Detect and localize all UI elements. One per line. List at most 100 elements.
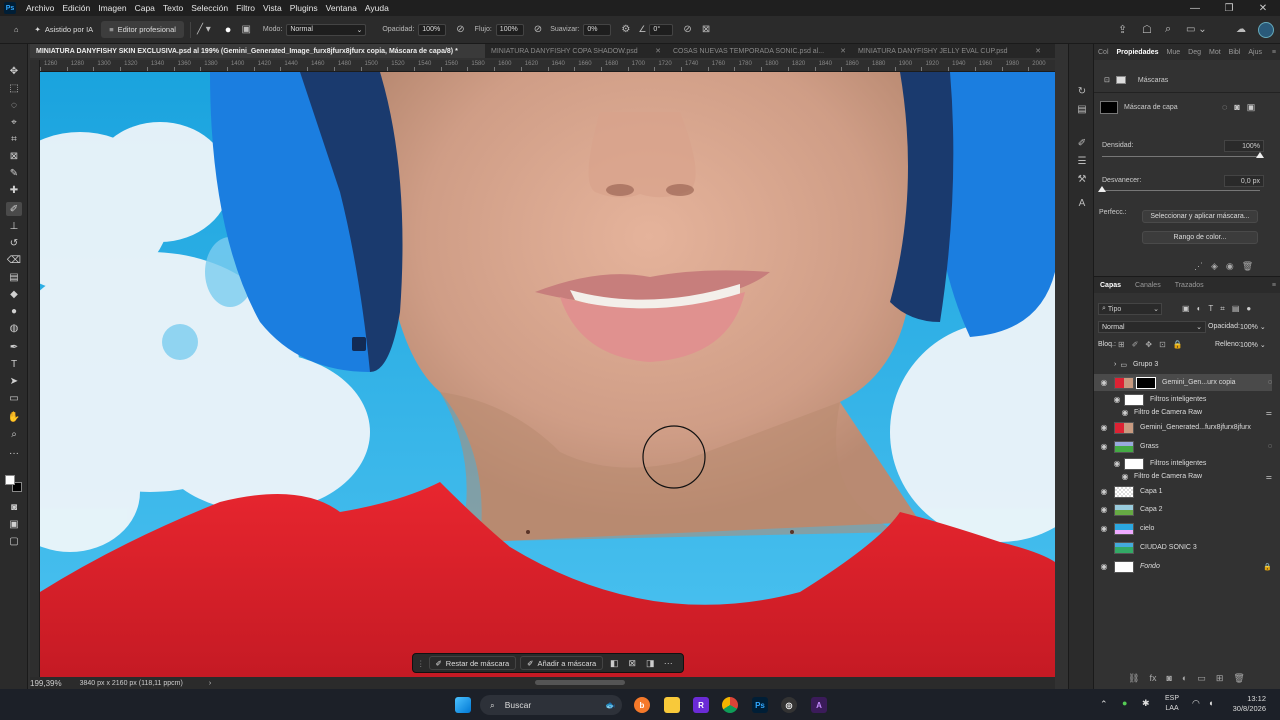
menu-texto[interactable]: Texto <box>159 3 187 13</box>
maximize-button[interactable]: ❐ <box>1212 3 1246 14</box>
status-menu-icon[interactable]: › <box>209 680 211 687</box>
layer-row-fondo[interactable]: ◉ Fondo 🔒 <box>1094 558 1272 575</box>
chrome-icon[interactable] <box>722 697 738 713</box>
tab-libraries[interactable]: Bibl <box>1225 49 1245 56</box>
animate-icon[interactable]: A <box>811 697 827 713</box>
tool-presets-icon[interactable]: ⚒ <box>1075 172 1089 186</box>
tab-patterns[interactable]: Mot <box>1205 49 1225 56</box>
photoshop-taskbar-icon[interactable]: Ps <box>752 697 768 713</box>
feather-input[interactable]: 0,0 px <box>1224 175 1264 187</box>
crop-icon[interactable]: ⌗ <box>6 132 22 146</box>
more-tools-icon[interactable]: ··· <box>6 446 22 460</box>
microphone-icon[interactable]: ● <box>1122 698 1127 708</box>
cloud-icon[interactable]: ☁ <box>1236 24 1246 35</box>
menu-vista[interactable]: Vista <box>259 3 286 13</box>
type-icon[interactable]: T <box>6 357 22 371</box>
vector-mask-icon[interactable] <box>1115 76 1126 84</box>
glyphs-icon[interactable]: A <box>1075 196 1089 210</box>
obs-icon[interactable]: ◎ <box>781 697 797 713</box>
layer-row-grupo-3[interactable]: › ▭ Grupo 3 <box>1094 356 1272 373</box>
pen-icon[interactable]: ✒ <box>6 340 22 354</box>
feather-slider-thumb[interactable] <box>1098 186 1106 192</box>
home-button[interactable]: ⌂ <box>6 21 27 38</box>
flow-input[interactable]: 100% <box>495 23 524 36</box>
airbrush-icon[interactable]: ⊘ <box>534 24 542 35</box>
path-select-icon[interactable]: ➤ <box>6 374 22 388</box>
avatar[interactable] <box>1258 21 1274 38</box>
select-mask-icon[interactable]: ◌ <box>1222 102 1227 113</box>
drag-handle-icon[interactable]: ⋮ <box>417 659 425 668</box>
layer-row-capa-1[interactable]: ◉ Capa 1 <box>1094 483 1272 500</box>
lock-image-icon[interactable]: ✐ <box>1132 340 1139 349</box>
layer-row-capa-2[interactable]: ◉ Capa 2 <box>1094 501 1272 518</box>
opacity-input[interactable]: 100% <box>418 23 447 36</box>
zoom-level[interactable]: 199,39% <box>30 679 62 688</box>
tab-skin-exclusiva[interactable]: MINIATURA DANYFISHY SKIN EXCLUSIVA.psd a… <box>30 44 485 58</box>
symmetry-icon[interactable]: ⊠ <box>702 24 710 35</box>
pressure-opacity-icon[interactable]: ⊘ <box>456 24 464 35</box>
brush-settings-icon[interactable]: ✐ <box>1075 136 1089 150</box>
document-canvas[interactable] <box>40 72 1055 677</box>
pressure-size-icon[interactable]: ⊘ <box>683 24 691 35</box>
add-mask-icon[interactable]: ◙ <box>1166 673 1171 684</box>
comments-icon[interactable]: ▤ <box>1075 102 1089 116</box>
tab-temporada-sonic[interactable]: COSAS NUEVAS TEMPORADA SONIC.psd al... ✕ <box>667 44 852 58</box>
eye-icon[interactable]: ◉ <box>1120 472 1130 481</box>
layer-row-grass[interactable]: ◉ Grass ◌ <box>1094 438 1272 455</box>
language-indicator[interactable]: ESP LAA <box>1165 694 1179 714</box>
lock-artboard-icon[interactable]: ⊡ <box>1159 340 1166 349</box>
smart-filter-icon[interactable]: ▤ <box>1232 304 1240 314</box>
horizontal-scrollbar[interactable] <box>535 680 625 685</box>
density-input[interactable]: 100% <box>1224 140 1264 152</box>
layer-row-cielo[interactable]: ◉ cielo <box>1094 520 1272 537</box>
lock-position-icon[interactable]: ✥ <box>1145 340 1152 349</box>
menu-plugins[interactable]: Plugins <box>286 3 322 13</box>
shape-filter-icon[interactable]: ⌗ <box>1220 304 1225 314</box>
add-vector-mask-icon[interactable]: ▣ <box>1247 102 1256 113</box>
bluetooth-icon[interactable]: ✱ <box>1142 698 1150 709</box>
tab-layers[interactable]: Capas <box>1094 282 1125 289</box>
feather-slider[interactable] <box>1102 190 1260 191</box>
blender-icon[interactable]: b <box>634 697 650 713</box>
smoothing-settings-icon[interactable]: ⚙ <box>621 24 630 35</box>
new-group-icon[interactable]: ▭ <box>1197 673 1206 684</box>
tab-color[interactable]: Col <box>1094 49 1113 56</box>
layer-kind-filter[interactable]: ⌕ Tipo ⌄ <box>1098 303 1162 315</box>
healing-brush-icon[interactable]: ✚ <box>6 183 22 197</box>
pro-editor-button[interactable]: ≡ Editor profesional <box>101 21 184 38</box>
close-button[interactable]: ✕ <box>1246 3 1280 14</box>
adjustment-filter-icon[interactable]: ◐ <box>1197 304 1202 314</box>
blur-icon[interactable]: ◆ <box>6 287 22 301</box>
delete-layer-icon[interactable]: 🗑 <box>1233 673 1244 684</box>
eye-icon[interactable]: ◉ <box>1110 459 1124 468</box>
learn-icon[interactable]: ☖ <box>1142 23 1152 36</box>
fx-icon[interactable]: fx <box>1149 673 1156 684</box>
menu-filtro[interactable]: Filtro <box>232 3 259 13</box>
wifi-icon[interactable]: ◠ <box>1192 698 1200 709</box>
eye-icon[interactable]: ◉ <box>1226 261 1234 272</box>
eyedropper-icon[interactable]: ✎ <box>6 166 22 180</box>
filter-options-icon[interactable]: ⚌ <box>1266 409 1272 417</box>
history-icon[interactable]: ↻ <box>1075 84 1089 98</box>
eye-icon[interactable]: ◉ <box>1094 423 1114 432</box>
blend-mode-select[interactable]: Normal ⌄ <box>1098 321 1206 333</box>
fill-input[interactable]: 100% ⌄ <box>1240 339 1272 351</box>
eye-icon[interactable]: ◉ <box>1110 395 1124 404</box>
tab-swatches[interactable]: Mue <box>1163 49 1185 56</box>
quick-mask-icon[interactable]: ◙ <box>6 500 22 514</box>
frame-icon[interactable]: ⊠ <box>6 149 22 163</box>
select-and-mask-button[interactable]: Seleccionar y aplicar máscara... <box>1142 210 1258 223</box>
gradient-icon[interactable]: ▤ <box>6 270 22 284</box>
add-to-mask-button[interactable]: ✐ Añadir a máscara <box>520 656 604 670</box>
marquee-icon[interactable]: ⬚ <box>6 81 22 95</box>
move-icon[interactable]: ✥ <box>6 64 22 78</box>
filter-options-icon[interactable]: ⚌ <box>1266 473 1272 481</box>
share-icon[interactable]: ⇪ <box>1118 23 1127 36</box>
panel-menu-icon[interactable]: ≡ <box>1268 282 1280 289</box>
search-icon[interactable]: ⌕ <box>1165 23 1171 36</box>
sponge-icon[interactable]: ◍ <box>6 321 22 335</box>
mask-thumbnail[interactable] <box>1136 376 1156 389</box>
menu-seleccion[interactable]: Selección <box>187 3 232 13</box>
close-tab-icon[interactable]: ✕ <box>655 47 661 55</box>
lasso-icon[interactable]: ◌ <box>6 98 22 112</box>
